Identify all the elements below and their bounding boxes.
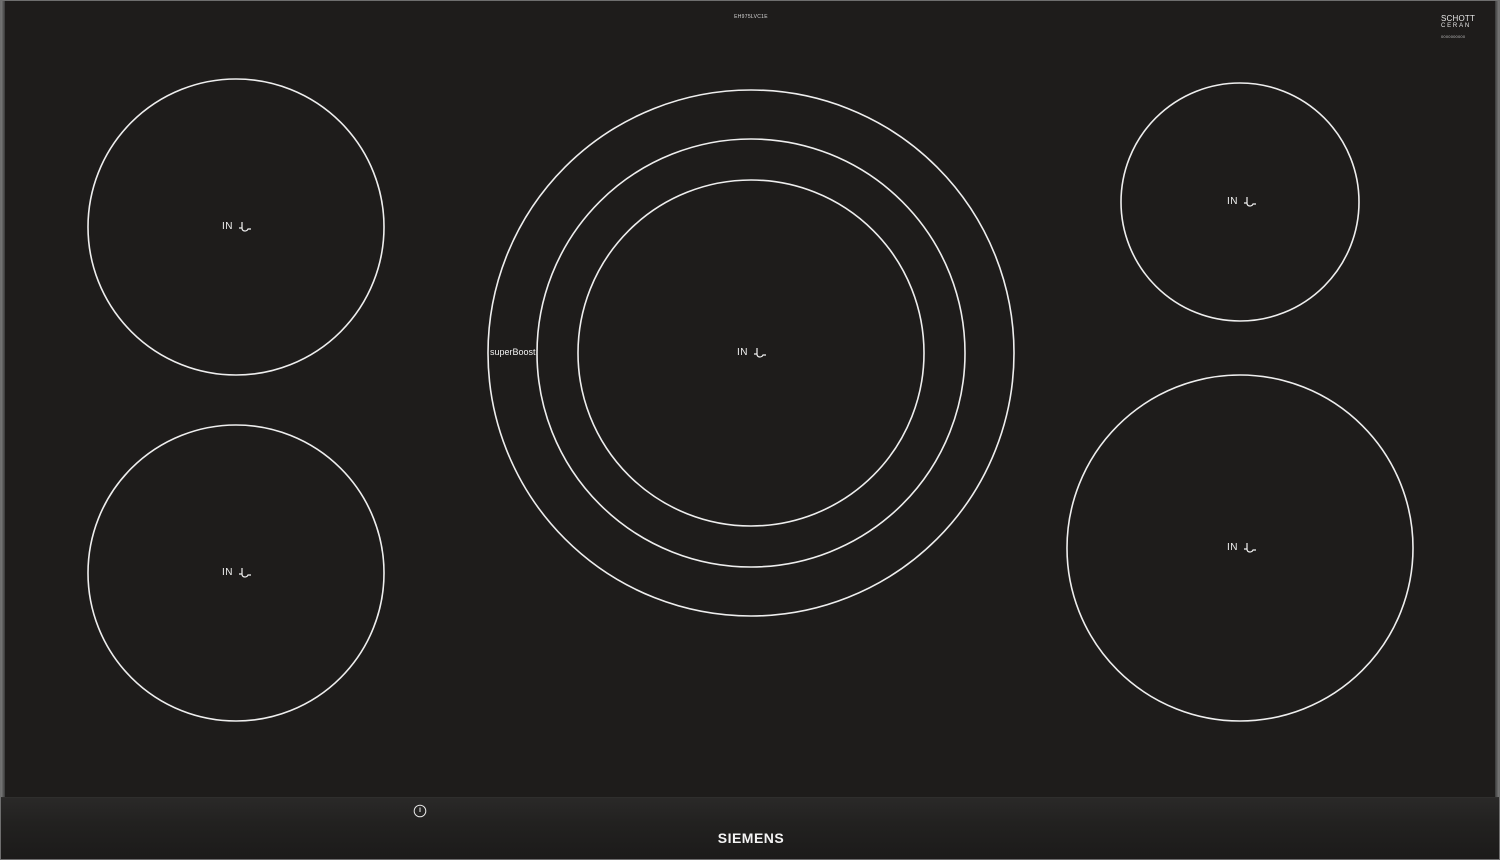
glass-code: 0000000000 [1441,34,1466,39]
induction-icon [1244,542,1256,553]
schott-logo-line2: CERAN [1441,23,1472,29]
induction-icon [239,221,251,232]
induction-icon [1244,196,1256,207]
power-icon [413,804,427,818]
zone-rear-left-label: IN [222,221,252,232]
model-number: EH975LVC1E [734,14,768,20]
zone-center-label: IN [737,347,767,358]
power-button[interactable] [413,804,427,818]
cooktop-surface: IN IN IN IN IN superBoost EH975LVC1E SCH… [0,0,1500,860]
zone-rear-right-label: IN [1227,196,1257,207]
cooking-zones [87,78,1414,722]
schott-logo-line1: SCHOTT [1441,14,1476,23]
zone-front-right-label: IN [1227,542,1257,553]
siemens-logo: SIEMENS [717,830,785,846]
schott-ceran-logo: SCHOTT CERAN 0000000000 [1441,15,1481,40]
control-strip [1,797,1499,859]
induction-icon [239,567,251,578]
induction-icon [754,347,766,358]
zone-front-left-label: IN [222,567,252,578]
superboost-label: superBoost [490,347,536,357]
